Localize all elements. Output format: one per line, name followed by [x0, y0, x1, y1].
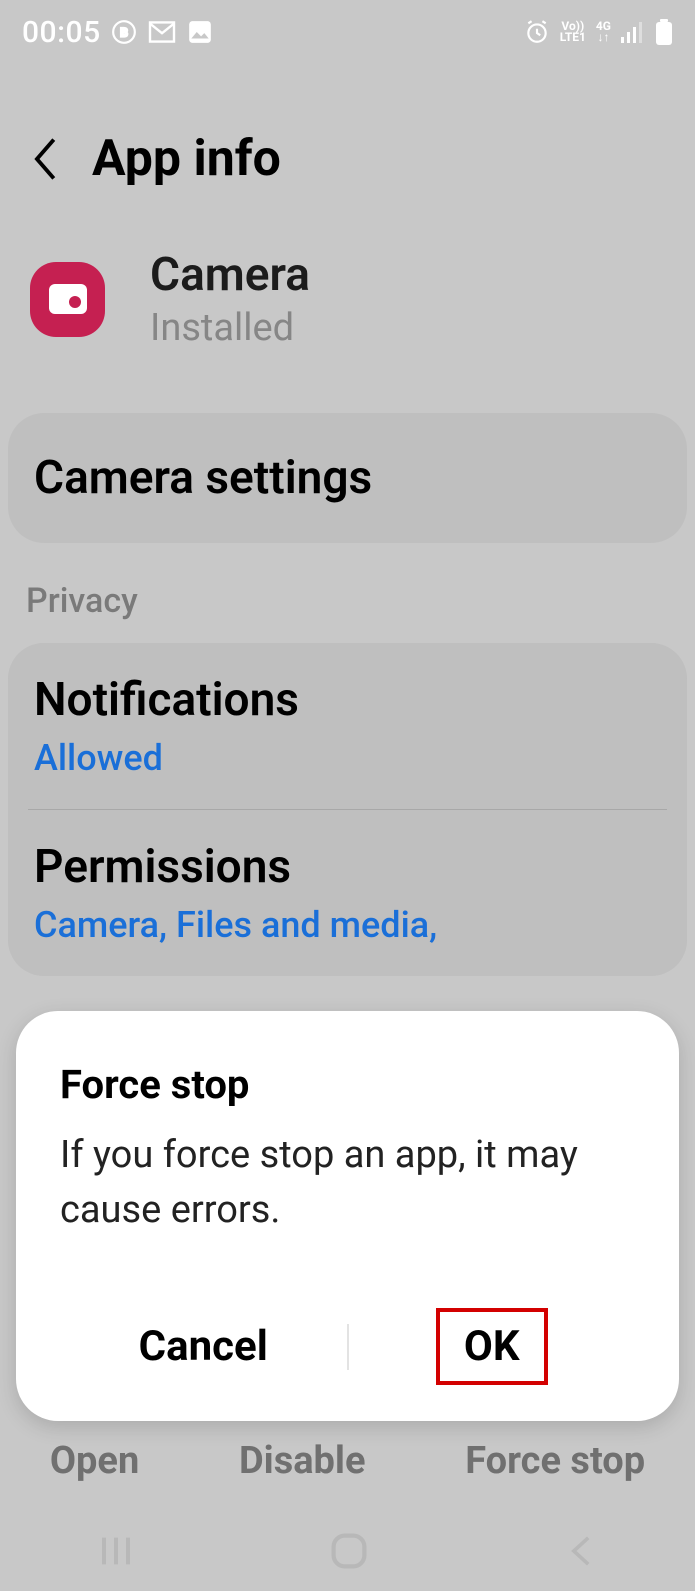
- volte-indicator: Vo)) LTE1: [560, 21, 586, 43]
- gmail-icon: [147, 20, 177, 44]
- dialog-message: If you force stop an app, it may cause e…: [60, 1128, 635, 1238]
- status-bar-left: 00:05 B: [22, 15, 213, 50]
- page-header: App info: [0, 60, 695, 218]
- app-header: Camera Installed: [0, 218, 695, 405]
- ok-highlight-box: OK: [436, 1308, 548, 1385]
- permissions-item[interactable]: Permissions Camera, Files and media,: [8, 810, 687, 976]
- bottom-action-bar: Open Disable Force stop: [0, 1421, 695, 1501]
- chat-icon: B: [111, 19, 137, 45]
- camera-settings-label: Camera settings: [34, 451, 661, 505]
- dialog-button-row: Cancel OK: [60, 1308, 635, 1385]
- permissions-title: Permissions: [34, 840, 661, 894]
- alarm-icon: [524, 19, 550, 45]
- status-bar: 00:05 B Vo)) LTE1 4G ↓↑: [0, 0, 695, 60]
- cancel-button[interactable]: Cancel: [60, 1322, 347, 1371]
- battery-icon: [655, 19, 673, 45]
- svg-text:B: B: [120, 25, 128, 39]
- permissions-value: Camera, Files and media,: [34, 904, 661, 946]
- privacy-section-header: Privacy: [0, 551, 695, 635]
- notifications-title: Notifications: [34, 673, 661, 727]
- force-stop-button[interactable]: Force stop: [465, 1439, 645, 1483]
- status-clock: 00:05: [22, 15, 101, 50]
- nav-back-button[interactable]: [563, 1533, 599, 1569]
- page-title: App info: [92, 130, 281, 188]
- ok-button[interactable]: OK: [349, 1308, 636, 1385]
- home-button[interactable]: [328, 1530, 370, 1572]
- signal-icon: [621, 21, 645, 43]
- notifications-item[interactable]: Notifications Allowed: [8, 643, 687, 809]
- open-button[interactable]: Open: [50, 1439, 139, 1483]
- force-stop-dialog: Force stop If you force stop an app, it …: [16, 1011, 679, 1421]
- dialog-title: Force stop: [60, 1061, 635, 1108]
- privacy-list: Notifications Allowed Permissions Camera…: [8, 643, 687, 976]
- nav-bar: [0, 1511, 695, 1591]
- app-status: Installed: [150, 306, 310, 350]
- notifications-value: Allowed: [34, 737, 661, 779]
- disable-button[interactable]: Disable: [239, 1439, 366, 1483]
- status-bar-right: Vo)) LTE1 4G ↓↑: [524, 19, 673, 45]
- camera-app-icon: [30, 262, 105, 337]
- app-name: Camera: [150, 248, 310, 302]
- gallery-icon: [187, 19, 213, 45]
- recents-button[interactable]: [96, 1531, 136, 1571]
- back-button[interactable]: [30, 137, 62, 181]
- network-gen-indicator: 4G ↓↑: [596, 21, 611, 43]
- camera-settings-item[interactable]: Camera settings: [8, 413, 687, 543]
